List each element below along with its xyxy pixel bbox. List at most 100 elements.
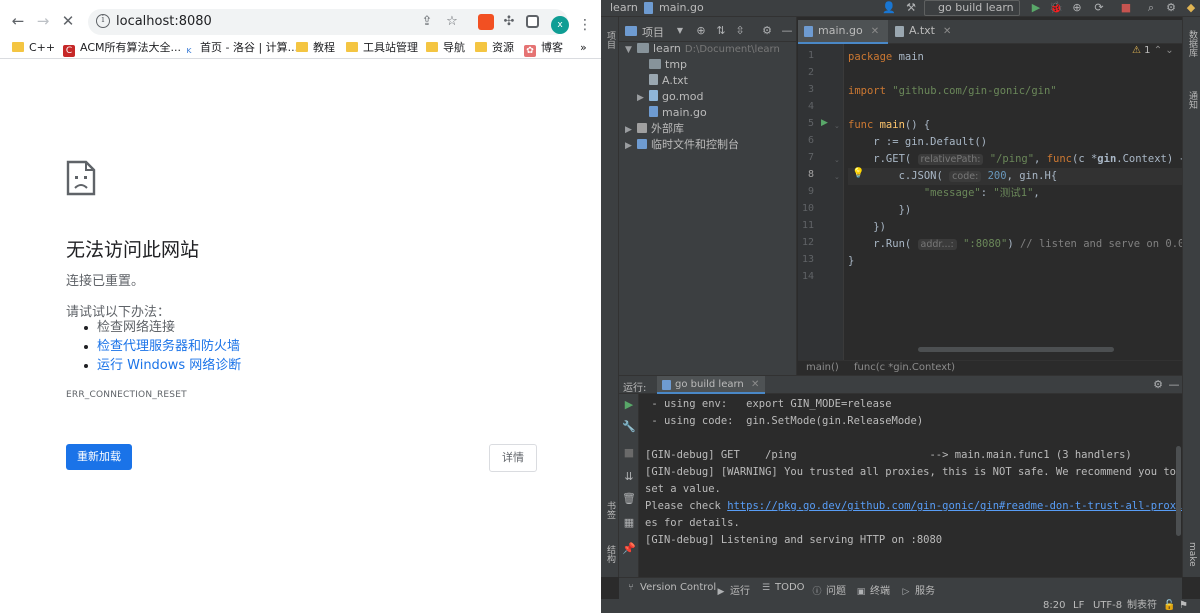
stop-icon[interactable]: ■ bbox=[1119, 1, 1133, 15]
url-text[interactable]: localhost:8080 bbox=[116, 14, 212, 29]
tool-button-run[interactable]: ▶ 运行 bbox=[715, 582, 750, 597]
reload-button[interactable]: 重新加载 bbox=[66, 444, 132, 470]
suggestion-link[interactable]: 运行 Windows 网络诊断 bbox=[82, 356, 241, 375]
hammer-icon[interactable]: ⚒ bbox=[904, 1, 918, 15]
wrench-icon[interactable]: 🔧 bbox=[622, 420, 636, 434]
inspection-widget[interactable]: ⚠ 1 ⌃ ⌄ bbox=[1132, 45, 1174, 56]
avatar[interactable]: x bbox=[551, 16, 569, 34]
collapse-all-icon[interactable]: ⇳ bbox=[733, 24, 747, 38]
tree-item-scratches[interactable]: ▶ 临时文件和控制台 bbox=[625, 137, 739, 153]
stop-loading-icon[interactable]: ✕ bbox=[58, 11, 78, 31]
trash-icon[interactable]: 🗑 bbox=[622, 492, 636, 506]
tool-tab-project[interactable]: 项目 bbox=[601, 25, 619, 55]
chevron-down-icon[interactable]: ⌄ bbox=[1165, 45, 1173, 56]
chevron-down-icon[interactable]: ▼ bbox=[673, 24, 687, 38]
tool-tab-bookmarks[interactable]: 书签 bbox=[601, 495, 619, 525]
locate-icon[interactable]: ⊕ bbox=[694, 24, 708, 38]
fold-icon[interactable]: ⌄ bbox=[834, 173, 840, 181]
tree-item-tmp[interactable]: tmp bbox=[649, 57, 687, 73]
close-icon[interactable]: ✕ bbox=[751, 379, 759, 390]
bookmark-item[interactable]: 导航 bbox=[426, 40, 465, 56]
tree-item-go-mod[interactable]: ▶ go.mod bbox=[637, 89, 703, 105]
rerun-icon[interactable]: ▶ bbox=[622, 398, 636, 412]
side-panel-icon[interactable] bbox=[526, 15, 539, 28]
bookmark-star-icon[interactable]: ☆ bbox=[443, 13, 461, 31]
bookmark-item[interactable]: 资源 bbox=[475, 40, 514, 56]
project-pane-title[interactable]: 项目 bbox=[642, 24, 664, 40]
expand-arrow-icon[interactable]: ▶ bbox=[637, 90, 649, 106]
tool-tab-structure[interactable]: 结构 bbox=[601, 539, 619, 569]
horizontal-scrollbar[interactable] bbox=[918, 347, 1114, 352]
breadcrumb-item[interactable]: main() bbox=[806, 361, 839, 375]
tool-button-vcs[interactable]: ⑂ Version Control bbox=[625, 582, 716, 593]
expand-arrow-icon[interactable]: ▼ bbox=[625, 42, 637, 58]
extension-icon[interactable] bbox=[478, 14, 494, 30]
run-configuration-selector[interactable]: go build learn ▼ bbox=[924, 0, 1020, 27]
run-gutter-icon[interactable]: ▶ bbox=[821, 118, 828, 128]
stop-icon[interactable]: ■ bbox=[622, 446, 636, 460]
minimize-icon[interactable]: — bbox=[780, 24, 794, 38]
bookmark-item[interactable]: ᴋ 首页 - 洛谷 | 计算... bbox=[183, 40, 298, 56]
lock-icon[interactable]: 🔓 bbox=[1163, 599, 1175, 613]
bookmarks-overflow-icon[interactable]: » bbox=[580, 40, 587, 56]
tree-item-learn[interactable]: ▼ learn D:\Document\learn bbox=[625, 41, 780, 57]
close-icon[interactable]: ✕ bbox=[943, 26, 951, 37]
extensions-puzzle-icon[interactable]: ✣ bbox=[501, 14, 517, 30]
notifications-icon[interactable]: ⚑ bbox=[1179, 599, 1188, 613]
tool-tab-database[interactable]: 数据库 bbox=[1183, 25, 1200, 61]
suggestion-link[interactable]: 检查代理服务器和防火墙 bbox=[82, 337, 241, 356]
search-icon[interactable]: ⌕ bbox=[1144, 1, 1158, 15]
tab-a-txt[interactable]: A.txt ✕ bbox=[889, 20, 967, 44]
soft-wrap-icon[interactable]: ⇊ bbox=[622, 470, 636, 484]
nav-file[interactable]: main.go bbox=[659, 1, 704, 14]
file-encoding[interactable]: UTF-8 bbox=[1093, 599, 1122, 613]
bookmark-item[interactable]: C++ bbox=[12, 40, 55, 56]
tab-main-go[interactable]: main.go ✕ bbox=[798, 20, 888, 44]
expand-all-icon[interactable]: ⇅ bbox=[714, 24, 728, 38]
run-icon[interactable]: ▶ bbox=[1029, 1, 1043, 15]
breadcrumb-item[interactable]: func(c *gin.Context) bbox=[854, 361, 955, 375]
fold-icon[interactable]: ⌄ bbox=[834, 156, 840, 164]
gear-icon[interactable]: ⚙ bbox=[760, 24, 774, 38]
plugin-icon[interactable]: ◆ bbox=[1184, 1, 1198, 15]
chevron-up-icon[interactable]: ⌃ bbox=[1154, 45, 1162, 56]
chrome-menu-icon[interactable]: ⋮ bbox=[578, 16, 592, 34]
settings-icon[interactable]: ⚙ bbox=[1164, 1, 1178, 15]
profile-icon[interactable]: ⟳ bbox=[1092, 1, 1106, 15]
line-separator[interactable]: LF bbox=[1073, 599, 1084, 613]
back-icon[interactable]: ← bbox=[8, 11, 28, 31]
expand-arrow-icon[interactable]: ▶ bbox=[625, 122, 637, 138]
tool-tab-make[interactable]: make bbox=[1183, 539, 1200, 569]
tool-button-terminal[interactable]: ▣ 终端 bbox=[855, 582, 890, 597]
tool-tab-notifications[interactable]: 通知 bbox=[1183, 87, 1200, 113]
nav-project[interactable]: learn bbox=[610, 1, 638, 14]
site-info-icon[interactable]: i bbox=[96, 14, 110, 28]
run-tab[interactable]: go build learn ✕ bbox=[657, 376, 766, 394]
share-icon[interactable]: ⇪ bbox=[418, 13, 436, 31]
expand-arrow-icon[interactable]: ▶ bbox=[625, 138, 637, 154]
console-output[interactable]: - using env: export GIN_MODE=release - u… bbox=[645, 394, 1182, 578]
fold-icon[interactable]: ⌄ bbox=[834, 122, 840, 130]
tree-item-a-txt[interactable]: A.txt bbox=[649, 73, 688, 89]
tree-item-external-libs[interactable]: ▶ 外部库 bbox=[625, 121, 684, 137]
tool-button-todo[interactable]: ☰ TODO bbox=[760, 582, 805, 593]
details-button[interactable]: 详情 bbox=[489, 444, 537, 472]
bookmark-item[interactable]: C ACM所有算法大全... bbox=[63, 40, 181, 57]
tree-item-main-go[interactable]: main.go bbox=[649, 105, 707, 121]
forward-icon[interactable]: → bbox=[33, 11, 53, 31]
bookmark-item[interactable]: ✿ 博客 bbox=[524, 40, 563, 57]
console-link[interactable]: https://pkg.go.dev/github.com/gin-gonic/… bbox=[727, 500, 1182, 512]
code-area[interactable]: package main import "github.com/gin-goni… bbox=[848, 44, 1182, 360]
address-bar[interactable]: i localhost:8080 ⇪ ☆ bbox=[88, 9, 568, 35]
vertical-scrollbar[interactable] bbox=[1176, 446, 1181, 536]
close-icon[interactable]: ✕ bbox=[871, 26, 879, 37]
coverage-icon[interactable]: ⊕ bbox=[1070, 1, 1084, 15]
tool-button-services[interactable]: ▷ 服务 bbox=[900, 582, 935, 597]
caret-position[interactable]: 8:20 bbox=[1043, 599, 1065, 613]
pin-icon[interactable]: 📌 bbox=[622, 542, 636, 556]
user-icon[interactable]: 👤 bbox=[882, 1, 896, 15]
line-gutter[interactable]: 1 2 3 4 5 6 7 8 9 10 11 12 13 14 ▶ ⌄ ⌄ ⌄ bbox=[798, 44, 844, 360]
bookmark-item[interactable]: 工具站管理 bbox=[346, 40, 418, 56]
indent-setting[interactable]: 制表符 bbox=[1127, 599, 1157, 613]
debug-icon[interactable]: 🐞 bbox=[1049, 1, 1063, 15]
